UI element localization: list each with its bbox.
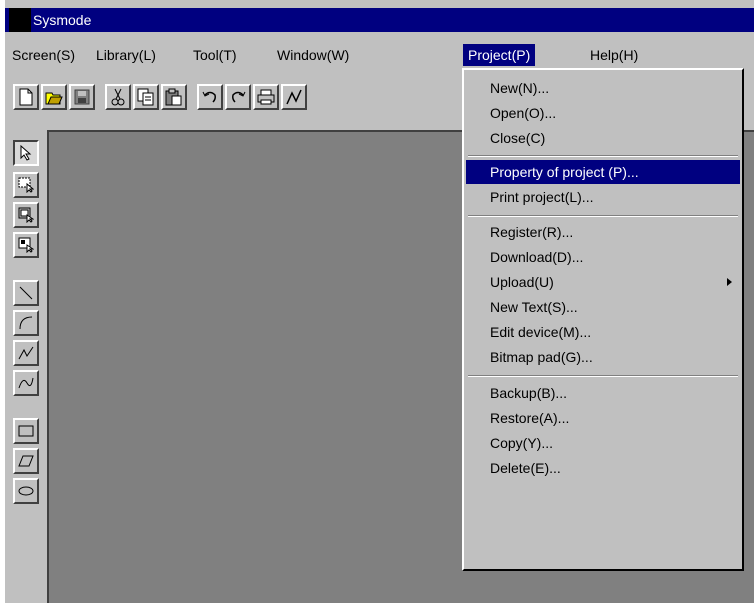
menu-item-register[interactable]: Register(R)... (466, 220, 740, 244)
curve-icon (18, 377, 34, 389)
polyline-tool-button[interactable] (13, 340, 39, 366)
draw-line-button[interactable] (281, 84, 307, 110)
menu-project[interactable]: Project(P) (463, 44, 536, 66)
save-button[interactable] (69, 84, 95, 110)
new-file-button[interactable] (13, 84, 39, 110)
menu-screen[interactable]: Screen(S) (7, 44, 80, 66)
app-icon (9, 8, 31, 32)
select-group-button[interactable] (13, 232, 39, 258)
menu-item-download[interactable]: Download(D)... (466, 245, 740, 269)
arc-tool-button[interactable] (13, 310, 39, 336)
menu-item-property-of-project[interactable]: Property of project (P)... (466, 160, 740, 184)
menu-item-bitmap-pad[interactable]: Bitmap pad(G)... (466, 345, 740, 369)
menu-separator (468, 215, 738, 217)
menu-item-restore[interactable]: Restore(A)... (466, 406, 740, 430)
cut-button[interactable] (105, 84, 131, 110)
menu-window[interactable]: Window(W) (272, 44, 354, 66)
undo-button[interactable] (197, 84, 223, 110)
menu-item-print-project[interactable]: Print project(L)... (466, 185, 740, 209)
menu-item-close[interactable]: Close(C) (466, 126, 740, 150)
select-area-icon (18, 177, 34, 193)
redo-icon (232, 91, 246, 103)
select-tool-button[interactable] (13, 140, 39, 166)
submenu-arrow-icon (727, 278, 732, 286)
line-icon (19, 286, 33, 300)
menu-item-backup[interactable]: Backup(B)... (466, 381, 740, 405)
save-disk-icon (74, 89, 90, 105)
menu-item-open[interactable]: Open(O)... (466, 101, 740, 125)
print-icon (257, 89, 275, 105)
open-button[interactable] (41, 84, 67, 110)
parallelogram-icon (18, 455, 34, 467)
rectangle-icon (18, 425, 34, 437)
tool-palette (5, 130, 45, 603)
undo-icon (202, 91, 216, 103)
select-object-icon (18, 207, 34, 223)
ellipse-icon (18, 486, 34, 496)
new-file-icon (19, 88, 33, 106)
ellipse-tool-button[interactable] (13, 478, 39, 504)
menu-item-edit-device[interactable]: Edit device(M)... (466, 320, 740, 344)
application-window: Sysmode Screen(S) Library(L) Tool(T) Win… (5, 0, 754, 603)
title-bar: Sysmode (5, 8, 754, 32)
arc-icon (19, 316, 33, 330)
menu-tool[interactable]: Tool(T) (188, 44, 242, 66)
line-tool-button[interactable] (13, 280, 39, 306)
copy-icon (137, 88, 154, 106)
redo-button[interactable] (225, 84, 251, 110)
select-arrow-icon (20, 145, 32, 161)
select-group-icon (18, 237, 34, 253)
paste-icon (165, 88, 182, 106)
menu-item-upload-label: Upload(U) (490, 274, 554, 290)
rectangle-tool-button[interactable] (13, 418, 39, 444)
curve-tool-button[interactable] (13, 370, 39, 396)
print-button[interactable] (253, 84, 279, 110)
polyline-icon (18, 346, 34, 360)
select-area-button[interactable] (13, 172, 39, 198)
menu-separator (468, 375, 738, 377)
open-folder-icon (45, 92, 63, 105)
menu-library[interactable]: Library(L) (91, 44, 161, 66)
parallelogram-tool-button[interactable] (13, 448, 39, 474)
menu-help[interactable]: Help(H) (585, 44, 643, 66)
select-object-button[interactable] (13, 202, 39, 228)
copy-button[interactable] (133, 84, 159, 110)
paste-button[interactable] (161, 84, 187, 110)
project-menu-dropdown: New(N)... Open(O)... Close(C) Property o… (462, 68, 744, 571)
window-title: Sysmode (33, 12, 92, 28)
menu-separator (468, 155, 738, 157)
cut-scissors-icon (111, 88, 125, 106)
menu-item-new[interactable]: New(N)... (466, 76, 740, 100)
menu-item-delete[interactable]: Delete(E)... (466, 456, 740, 480)
menu-item-copy[interactable]: Copy(Y)... (466, 431, 740, 455)
menu-item-upload[interactable]: Upload(U) (466, 270, 740, 294)
menu-bar: Screen(S) Library(L) Tool(T) Window(W) P… (5, 34, 754, 68)
menu-item-new-text[interactable]: New Text(S)... (466, 295, 740, 319)
draw-line-icon (286, 89, 302, 105)
